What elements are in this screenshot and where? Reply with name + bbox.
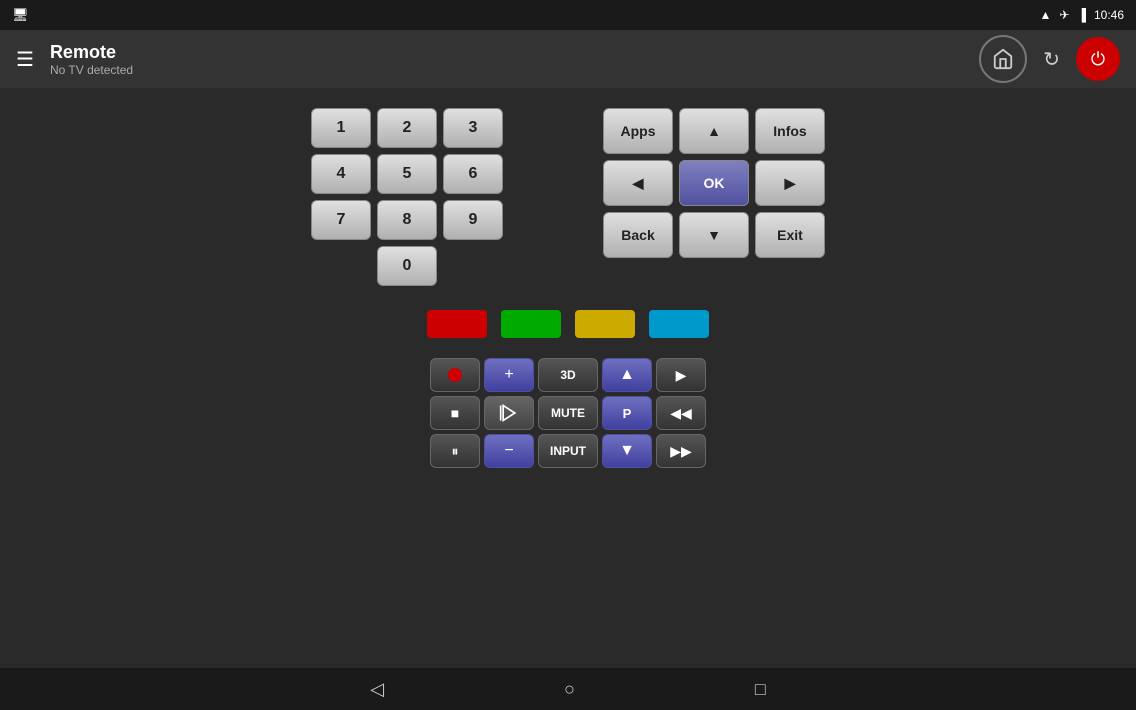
ok-button[interactable]: OK bbox=[679, 160, 749, 206]
left-controls: ■ ⏸ bbox=[430, 358, 480, 468]
rewind-button[interactable]: ◀◀ bbox=[656, 396, 706, 430]
num-8-button[interactable]: 8 bbox=[377, 200, 437, 240]
bottom-nav: ◁ ○ □ bbox=[0, 668, 1136, 710]
fast-forward-button[interactable]: ▶▶ bbox=[656, 434, 706, 468]
mute-3d-input-block: 3D MUTE INPUT bbox=[538, 358, 598, 468]
channel-block: ▲ P ▼ bbox=[602, 358, 652, 468]
num-7-button[interactable]: 7 bbox=[311, 200, 371, 240]
input-button[interactable]: INPUT bbox=[538, 434, 598, 468]
power-button[interactable]: ⏻ bbox=[1076, 37, 1120, 81]
red-button[interactable] bbox=[427, 310, 487, 338]
top-bar: ☰ Remote No TV detected ↻ ⏻ bbox=[0, 30, 1136, 88]
blue-button[interactable] bbox=[649, 310, 709, 338]
stop-button[interactable]: ■ bbox=[430, 396, 480, 430]
controls-row: 1 2 3 4 5 6 7 8 9 0 Apps ▲ Infos ◀ OK ▶ … bbox=[311, 108, 825, 286]
num-1-button[interactable]: 1 bbox=[311, 108, 371, 148]
mute-button[interactable]: MUTE bbox=[538, 396, 598, 430]
num-0-button[interactable]: 0 bbox=[377, 246, 437, 286]
airplane-icon: ✈ bbox=[1059, 8, 1069, 22]
num-4-button[interactable]: 4 bbox=[311, 154, 371, 194]
infos-button[interactable]: Infos bbox=[755, 108, 825, 154]
screen-icon: 🖥 bbox=[12, 7, 29, 23]
playback-block: ▶ ◀◀ ▶▶ bbox=[656, 358, 706, 468]
back-button[interactable]: Back bbox=[603, 212, 673, 258]
right-button[interactable]: ▶ bbox=[755, 160, 825, 206]
volume-down-button[interactable]: − bbox=[484, 434, 534, 468]
media-row: ■ ⏸ + − 3D MUTE INPUT ▲ P ▼ bbox=[430, 358, 706, 468]
pause-button[interactable]: ⏸ bbox=[430, 434, 480, 468]
num-6-button[interactable]: 6 bbox=[443, 154, 503, 194]
wifi-icon: ▲ bbox=[1040, 8, 1052, 22]
green-button[interactable] bbox=[501, 310, 561, 338]
channel-up-button[interactable]: ▲ bbox=[602, 358, 652, 392]
nav-home-button[interactable]: ○ bbox=[564, 679, 575, 700]
status-bar: 🖥 ▲ ✈ ▐ 10:46 bbox=[0, 0, 1136, 30]
num-3-button[interactable]: 3 bbox=[443, 108, 503, 148]
num-9-button[interactable]: 9 bbox=[443, 200, 503, 240]
volume-block: + − bbox=[484, 358, 534, 468]
channel-p-button[interactable]: P bbox=[602, 396, 652, 430]
down-button[interactable]: ▼ bbox=[679, 212, 749, 258]
clock: 10:46 bbox=[1094, 8, 1124, 22]
up-button[interactable]: ▲ bbox=[679, 108, 749, 154]
color-row bbox=[427, 310, 709, 338]
record-button[interactable] bbox=[430, 358, 480, 392]
num-5-button[interactable]: 5 bbox=[377, 154, 437, 194]
3d-button[interactable]: 3D bbox=[538, 358, 598, 392]
nav-grid: Apps ▲ Infos ◀ OK ▶ Back ▼ Exit bbox=[603, 108, 825, 258]
refresh-button[interactable]: ↻ bbox=[1043, 47, 1060, 72]
numpad: 1 2 3 4 5 6 7 8 9 0 bbox=[311, 108, 503, 286]
app-title: Remote bbox=[50, 42, 963, 63]
nav-back-button[interactable]: ◁ bbox=[370, 679, 384, 700]
title-group: Remote No TV detected bbox=[50, 42, 963, 77]
menu-button[interactable]: ☰ bbox=[16, 47, 34, 72]
volume-up-button[interactable]: + bbox=[484, 358, 534, 392]
signal-button[interactable] bbox=[484, 396, 534, 430]
apps-button[interactable]: Apps bbox=[603, 108, 673, 154]
play-button[interactable]: ▶ bbox=[656, 358, 706, 392]
status-left: 🖥 bbox=[12, 7, 29, 23]
app-subtitle: No TV detected bbox=[50, 63, 963, 77]
exit-button[interactable]: Exit bbox=[755, 212, 825, 258]
status-right: ▲ ✈ ▐ 10:46 bbox=[1040, 8, 1125, 22]
record-dot-icon bbox=[448, 368, 462, 382]
battery-icon: ▐ bbox=[1077, 8, 1086, 22]
num-2-button[interactable]: 2 bbox=[377, 108, 437, 148]
nav-recent-button[interactable]: □ bbox=[755, 679, 766, 700]
home-button[interactable] bbox=[979, 35, 1027, 83]
channel-down-button[interactable]: ▼ bbox=[602, 434, 652, 468]
yellow-button[interactable] bbox=[575, 310, 635, 338]
left-button[interactable]: ◀ bbox=[603, 160, 673, 206]
main-content: 1 2 3 4 5 6 7 8 9 0 Apps ▲ Infos ◀ OK ▶ … bbox=[0, 88, 1136, 668]
